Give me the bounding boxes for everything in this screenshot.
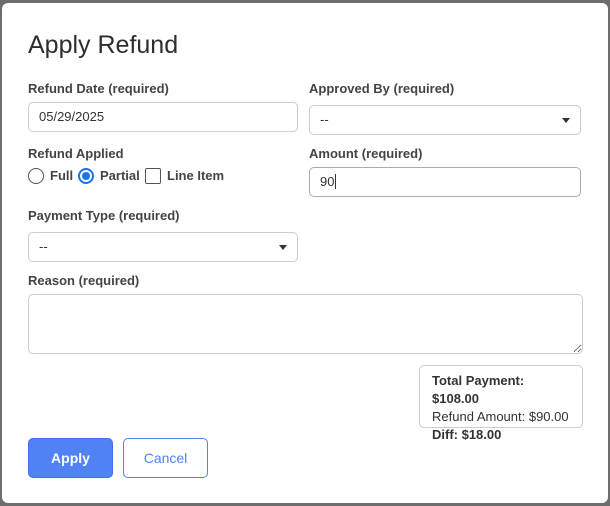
- refund-full-radio[interactable]: [28, 168, 44, 184]
- approved-by-label-text: Approved By: [309, 81, 390, 96]
- payment-type-label-text: Payment Type: [28, 208, 116, 223]
- chevron-down-icon: [279, 245, 287, 250]
- payment-type-select[interactable]: --: [28, 232, 298, 262]
- approved-by-required: (required): [393, 81, 455, 96]
- text-cursor: [335, 174, 337, 189]
- chevron-down-icon: [562, 118, 570, 123]
- apply-refund-dialog: Apply Refund Refund Date (required) 05/2…: [2, 3, 608, 503]
- refund-date-label-text: Refund Date: [28, 81, 105, 96]
- reason-label-text: Reason: [28, 273, 75, 288]
- refund-summary: Total Payment: $108.00 Refund Amount: $9…: [419, 365, 583, 442]
- amount-label-text: Amount: [309, 146, 359, 161]
- apply-button[interactable]: Apply: [28, 438, 113, 478]
- reason-textarea[interactable]: [28, 294, 583, 354]
- refund-date-required: (required): [108, 81, 169, 96]
- payment-type-label: Payment Type (required): [28, 208, 179, 223]
- approved-by-label: Approved By (required): [309, 81, 454, 96]
- amount-required: (required): [361, 146, 423, 161]
- total-payment-text: Total Payment: $108.00: [432, 373, 525, 406]
- amount-input[interactable]: 90: [309, 167, 581, 197]
- diff-text: Diff: $18.00: [432, 427, 502, 442]
- reason-label: Reason (required): [28, 273, 139, 288]
- refund-date-label: Refund Date (required): [28, 81, 169, 96]
- approved-by-value: --: [320, 112, 329, 127]
- refund-line-item-checkbox[interactable]: [145, 168, 161, 184]
- amount-label: Amount (required): [309, 146, 422, 161]
- approved-by-select[interactable]: --: [309, 105, 581, 135]
- amount-value: 90: [320, 174, 335, 189]
- dialog-title: Apply Refund: [28, 31, 179, 59]
- refund-full-label[interactable]: Full: [50, 168, 73, 183]
- cancel-button[interactable]: Cancel: [123, 438, 208, 478]
- refund-partial-label[interactable]: Partial: [100, 168, 140, 183]
- refund-date-value: 05/29/2025: [39, 109, 105, 124]
- payment-type-required: (required): [118, 208, 180, 223]
- refund-amount-text: Refund Amount: $90.00: [432, 409, 569, 424]
- reason-required: (required): [78, 273, 140, 288]
- refund-line-item-label[interactable]: Line Item: [167, 168, 224, 183]
- refund-applied-label: Refund Applied: [28, 146, 124, 161]
- refund-partial-radio[interactable]: [78, 168, 94, 184]
- payment-type-value: --: [39, 239, 48, 254]
- refund-date-input[interactable]: 05/29/2025: [28, 102, 298, 132]
